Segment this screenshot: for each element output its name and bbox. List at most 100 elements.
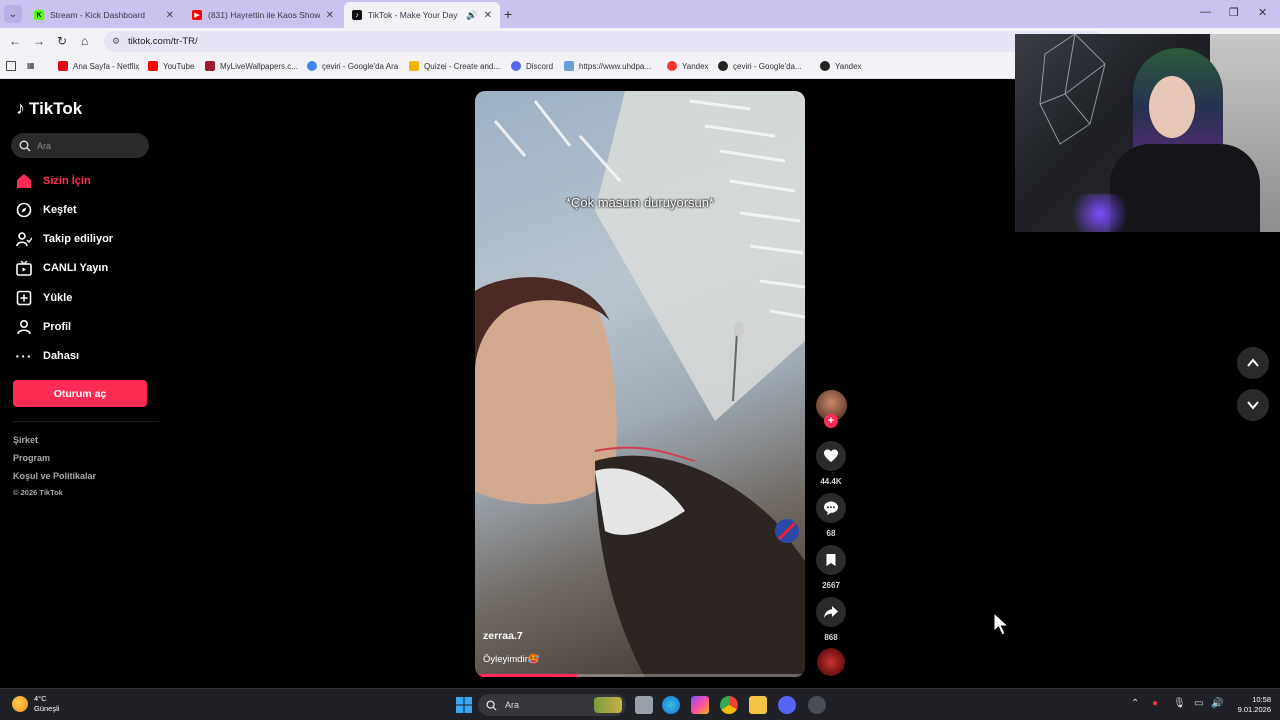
- site-info-icon[interactable]: ⚙: [112, 36, 122, 46]
- streaming-app-icon[interactable]: [808, 696, 826, 714]
- following-icon: [16, 231, 32, 247]
- discord-icon[interactable]: [778, 696, 796, 714]
- close-tab-icon[interactable]: ✕: [326, 10, 334, 21]
- minimize-button[interactable]: —: [1200, 6, 1211, 18]
- tab-search-button[interactable]: ⌄: [4, 5, 22, 23]
- login-button[interactable]: Oturum aç: [13, 380, 147, 407]
- bookmark-label: Yandex: [835, 61, 862, 71]
- video-caption: *Çok masum duruyorsun*: [565, 195, 715, 210]
- video-player[interactable]: *Çok masum duruyorsun* zerraa.7 Öyleyimd…: [475, 91, 805, 677]
- bookmark-yandex-2[interactable]: Yandex: [820, 61, 862, 71]
- copilot-icon[interactable]: [691, 696, 709, 714]
- task-view-icon[interactable]: [635, 696, 653, 714]
- bookmark-label: Quizei - Create and...: [424, 61, 501, 71]
- save-action[interactable]: 2667: [816, 545, 846, 590]
- bookmark-label: Yandex: [682, 61, 709, 71]
- taskbar-search-input[interactable]: Ara: [478, 694, 626, 716]
- nav-profile[interactable]: Profil: [16, 319, 71, 335]
- bookmark-netflix[interactable]: Ana Sayfa - Netflix: [58, 61, 139, 71]
- nav-for-you[interactable]: Sizin İçin: [16, 173, 91, 189]
- nav-label: Keşfet: [43, 204, 77, 216]
- bookmark-discord[interactable]: Discord: [511, 61, 553, 71]
- nav-label: Sizin İçin: [43, 175, 91, 187]
- kick-favicon-icon: K: [34, 10, 44, 20]
- next-video-button[interactable]: [1237, 389, 1269, 421]
- bookmark-yandex[interactable]: Yandex: [667, 61, 709, 71]
- tab-title: TikTok - Make Your Day: [368, 10, 458, 20]
- tab-tiktok[interactable]: ♪ TikTok - Make Your Day 🔊 ✕: [344, 2, 500, 28]
- close-window-button[interactable]: ✕: [1258, 6, 1267, 19]
- bookmark-google-ceviri-2[interactable]: çeviri - Google'da...: [718, 61, 802, 71]
- weather-temp: 4°C: [34, 694, 47, 703]
- stop-icon[interactable]: [6, 61, 21, 71]
- close-tab-icon[interactable]: ✕: [166, 10, 174, 21]
- nav-live[interactable]: CANLI Yayın: [16, 260, 108, 276]
- close-tab-icon[interactable]: ✕: [484, 10, 492, 21]
- nav-following[interactable]: Takip ediliyor: [16, 231, 113, 247]
- back-arrow-icon[interactable]: ←: [9, 34, 21, 48]
- tray-overflow-icon[interactable]: ⌃: [1131, 698, 1139, 709]
- bookmark-label: MyLiveWallpapers.c...: [220, 61, 298, 71]
- bookmark-quizei[interactable]: Quizei - Create and...: [409, 61, 500, 71]
- sun-icon: [12, 696, 28, 712]
- nav-label: Profil: [43, 321, 72, 333]
- bookmark-mylivewallpapers[interactable]: MyLiveWallpapers.c...: [205, 61, 298, 71]
- video-progress-bar[interactable]: [475, 674, 805, 677]
- url-field[interactable]: ⚙ tiktok.com/tr-TR/: [104, 31, 1104, 52]
- tray-app-icon[interactable]: ●: [1152, 698, 1158, 709]
- forward-arrow-icon[interactable]: →: [33, 34, 45, 48]
- file-explorer-icon[interactable]: [749, 696, 767, 714]
- streamer-face: [1149, 76, 1195, 138]
- weather-widget[interactable]: 4°C Güneşli: [12, 694, 59, 714]
- search-input[interactable]: Ara: [11, 133, 149, 158]
- share-icon[interactable]: [816, 597, 846, 627]
- bookmark-label: https://www.uhdpa...: [579, 61, 652, 71]
- bookmark-label: çeviri - Google'da Ara: [322, 61, 399, 71]
- home-icon[interactable]: ⌂: [81, 34, 88, 48]
- like-action[interactable]: 44.4K: [816, 441, 846, 486]
- netflix-icon: [58, 61, 68, 71]
- bookmark-google-ceviri[interactable]: çeviri - Google'da Ara: [307, 61, 398, 71]
- bookmark-uhdpaper[interactable]: https://www.uhdpa...: [564, 61, 651, 71]
- tab-youtube-kaos-show[interactable]: ▶ (831) Hayrettin ile Kaos Show - ✕: [184, 2, 342, 28]
- footer-link-program[interactable]: Program: [13, 453, 50, 463]
- network-icon[interactable]: ▭: [1194, 698, 1203, 709]
- tab-title: (831) Hayrettin ile Kaos Show -: [208, 10, 320, 20]
- volume-icon[interactable]: 🔊: [1211, 698, 1223, 709]
- profile-icon: [16, 319, 32, 335]
- like-count: 44.4K: [820, 477, 842, 486]
- nav-upload[interactable]: Yükle: [16, 290, 72, 306]
- comment-icon[interactable]: [816, 493, 846, 523]
- bookmark-icon[interactable]: [816, 545, 846, 575]
- follow-plus-icon[interactable]: +: [824, 414, 838, 428]
- nav-label: CANLI Yayın: [43, 262, 109, 274]
- google-icon: [718, 61, 728, 71]
- apps-grid-icon[interactable]: ▦: [27, 61, 35, 70]
- live-icon: [16, 260, 32, 276]
- edge-browser-icon[interactable]: [662, 696, 680, 714]
- video-username[interactable]: zerraa.7: [483, 630, 523, 642]
- bookmark-youtube[interactable]: YouTube: [148, 61, 194, 71]
- windows-start-icon[interactable]: [455, 696, 473, 714]
- footer-link-company[interactable]: Şirket: [13, 435, 38, 445]
- music-disc-icon[interactable]: [817, 648, 845, 676]
- new-tab-button[interactable]: +: [504, 6, 512, 22]
- video-description: Öyleyimdir🥵: [483, 654, 540, 665]
- tab-kick-dashboard[interactable]: K Stream - Kick Dashboard ✕: [26, 2, 182, 28]
- taskbar-clock[interactable]: 10:58 9.01.2026: [1231, 695, 1271, 715]
- speaker-icon[interactable]: 🔊: [466, 10, 477, 21]
- mouse-cursor-icon: [993, 612, 1010, 636]
- heart-icon[interactable]: [816, 441, 846, 471]
- share-action[interactable]: 868: [816, 597, 846, 642]
- comment-action[interactable]: 68: [816, 493, 846, 538]
- nav-explore[interactable]: Keşfet: [16, 202, 77, 218]
- nav-more[interactable]: ··· Dahası: [16, 348, 80, 364]
- reload-icon[interactable]: ↻: [57, 34, 67, 48]
- maximize-button[interactable]: ❐: [1229, 6, 1239, 19]
- chrome-icon[interactable]: [720, 696, 738, 714]
- tiktok-logo[interactable]: ♪ TikTok: [16, 98, 82, 119]
- comment-count: 68: [826, 529, 836, 538]
- footer-link-terms[interactable]: Koşul ve Politikalar: [13, 471, 96, 481]
- previous-video-button[interactable]: [1237, 347, 1269, 379]
- microphone-icon[interactable]: 🎙: [1173, 698, 1186, 709]
